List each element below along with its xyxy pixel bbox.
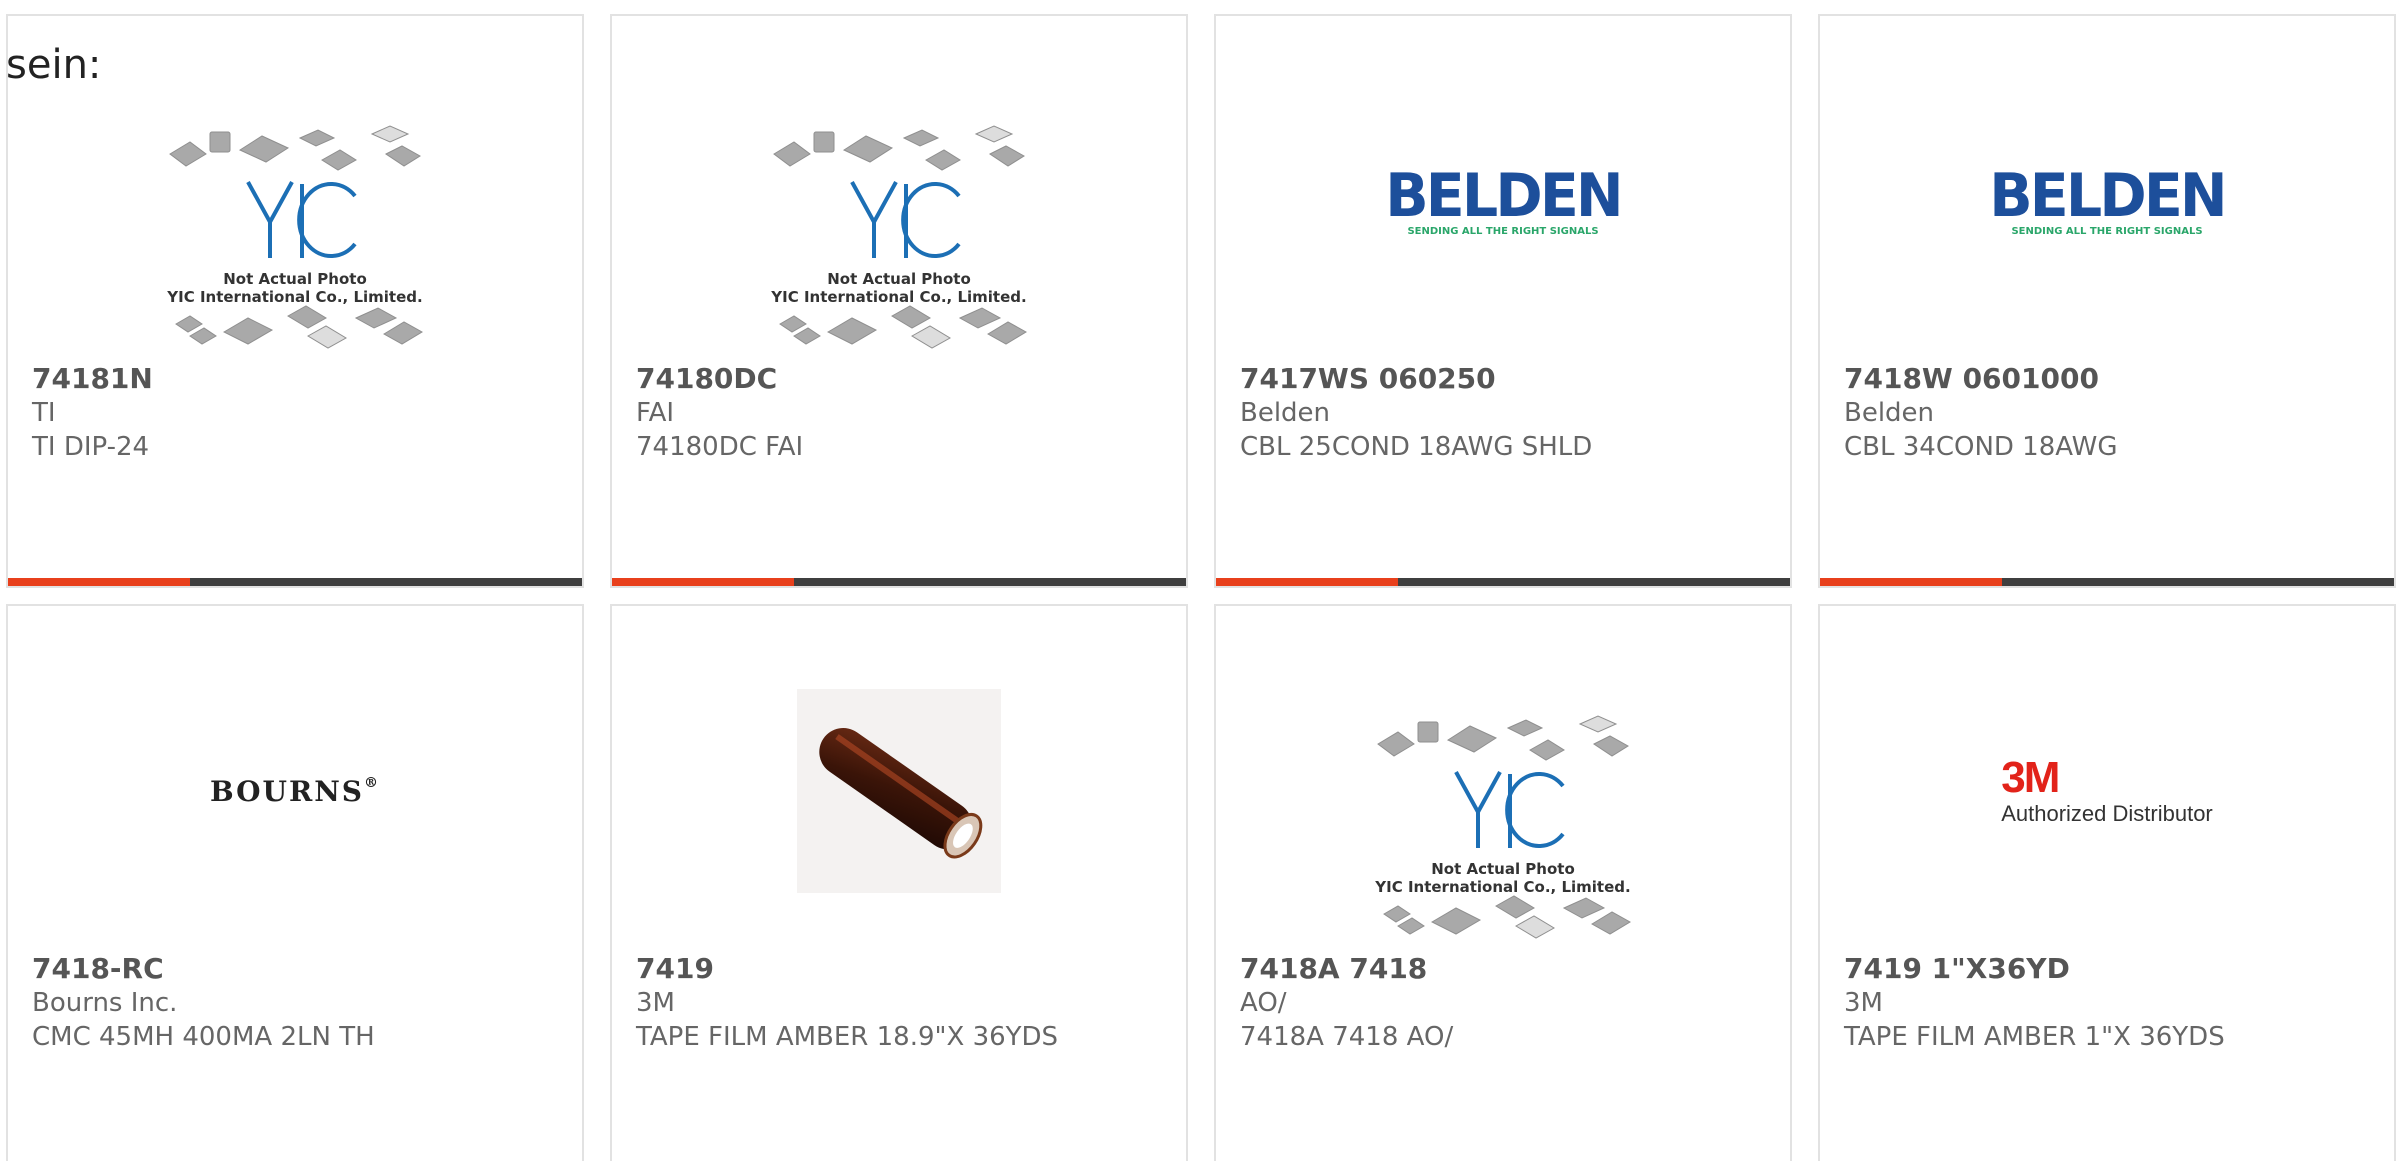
description: TAPE FILM AMBER 1"X 36YDS: [1844, 1022, 2225, 1052]
manufacturer: AO/: [1240, 988, 1287, 1018]
svg-text:Not Actual Photo: Not Actual Photo: [827, 270, 971, 288]
product-image[interactable]: Not Actual Photo YIC International Co., …: [612, 102, 1186, 362]
product-card[interactable]: Not Actual Photo YIC International Co., …: [610, 14, 1188, 588]
svg-text:YIC International Co., Limited: YIC International Co., Limited.: [166, 288, 422, 306]
product-image[interactable]: Not Actual Photo YIC International Co., …: [1216, 692, 1790, 952]
part-number[interactable]: 7418W 0601000: [1844, 362, 2099, 396]
product-card[interactable]: Not Actual Photo YIC International Co., …: [6, 14, 584, 588]
yic-placeholder-icon: Not Actual Photo YIC International Co., …: [770, 125, 1027, 349]
manufacturer: Belden: [1844, 398, 1935, 428]
manufacturer: 3M: [1844, 988, 1883, 1018]
3m-logo: 3M Authorized Distributor: [2001, 753, 2213, 827]
description: CMC 45MH 400MA 2LN TH: [32, 1022, 375, 1052]
description: 7418A 7418 AO/: [1240, 1022, 1454, 1052]
description: 74180DC FAI: [636, 432, 804, 462]
product-image[interactable]: Not Actual Photo YIC International Co., …: [8, 102, 582, 362]
section-label: sein:: [6, 42, 102, 88]
product-card[interactable]: BELDEN SENDING ALL THE RIGHT SIGNALS 741…: [1214, 14, 1792, 588]
part-number[interactable]: 74181N: [32, 362, 153, 396]
part-number[interactable]: 7418A 7418: [1240, 952, 1427, 986]
svg-text:YIC International Co., Limited: YIC International Co., Limited.: [770, 288, 1026, 306]
card-bottom-bar: [1216, 578, 1790, 586]
product-image[interactable]: BELDEN SENDING ALL THE RIGHT SIGNALS: [1216, 56, 1790, 346]
product-image[interactable]: [612, 646, 1186, 936]
product-grid-page: sein: Not Actual Photo YIC International…: [0, 0, 2400, 1161]
product-card[interactable]: BOURNS® 7418-RC Bourns Inc. CMC 45MH 400…: [6, 604, 584, 1161]
belden-logo: BELDEN SENDING ALL THE RIGHT SIGNALS: [1385, 160, 1623, 237]
card-accent-bar: [612, 578, 794, 586]
manufacturer: TI: [32, 398, 56, 428]
yic-placeholder-icon: Not Actual Photo YIC International Co., …: [1374, 715, 1631, 939]
card-bottom-bar: [612, 578, 1186, 586]
description: TAPE FILM AMBER 18.9"X 36YDS: [636, 1022, 1059, 1052]
part-number[interactable]: 7418-RC: [32, 952, 164, 986]
manufacturer: 3M: [636, 988, 675, 1018]
bourns-logo: BOURNS®: [209, 774, 381, 808]
card-bottom-bar: [8, 578, 582, 586]
product-card[interactable]: Not Actual Photo YIC International Co., …: [1214, 604, 1792, 1161]
description: CBL 25COND 18AWG SHLD: [1240, 432, 1593, 462]
part-number[interactable]: 7419 1"X36YD: [1844, 952, 2070, 986]
card-accent-bar: [1216, 578, 1398, 586]
tape-roll-photo: [797, 689, 1001, 893]
manufacturer: FAI: [636, 398, 675, 428]
belden-logo: BELDEN SENDING ALL THE RIGHT SIGNALS: [1989, 160, 2227, 237]
part-number[interactable]: 7419: [636, 952, 714, 986]
product-card[interactable]: BELDEN SENDING ALL THE RIGHT SIGNALS 741…: [1818, 14, 2396, 588]
svg-text:Not Actual Photo: Not Actual Photo: [1431, 860, 1575, 878]
part-number[interactable]: 7417WS 060250: [1240, 362, 1496, 396]
card-accent-bar: [1820, 578, 2002, 586]
product-card[interactable]: 7419 3M TAPE FILM AMBER 18.9"X 36YDS: [610, 604, 1188, 1161]
svg-text:YIC International Co., Limited: YIC International Co., Limited.: [1374, 878, 1630, 896]
product-image[interactable]: 3M Authorized Distributor: [1820, 646, 2394, 936]
card-bottom-bar: [1820, 578, 2394, 586]
manufacturer: Belden: [1240, 398, 1331, 428]
card-accent-bar: [8, 578, 190, 586]
product-card[interactable]: 3M Authorized Distributor 7419 1"X36YD 3…: [1818, 604, 2396, 1161]
product-image[interactable]: BELDEN SENDING ALL THE RIGHT SIGNALS: [1820, 56, 2394, 346]
svg-text:Not Actual Photo: Not Actual Photo: [223, 270, 367, 288]
manufacturer: Bourns Inc.: [32, 988, 178, 1018]
part-number[interactable]: 74180DC: [636, 362, 777, 396]
description: CBL 34COND 18AWG: [1844, 432, 2118, 462]
product-image[interactable]: BOURNS®: [8, 646, 582, 936]
description: TI DIP-24: [32, 432, 150, 462]
yic-placeholder-icon: Not Actual Photo YIC International Co., …: [166, 125, 423, 349]
